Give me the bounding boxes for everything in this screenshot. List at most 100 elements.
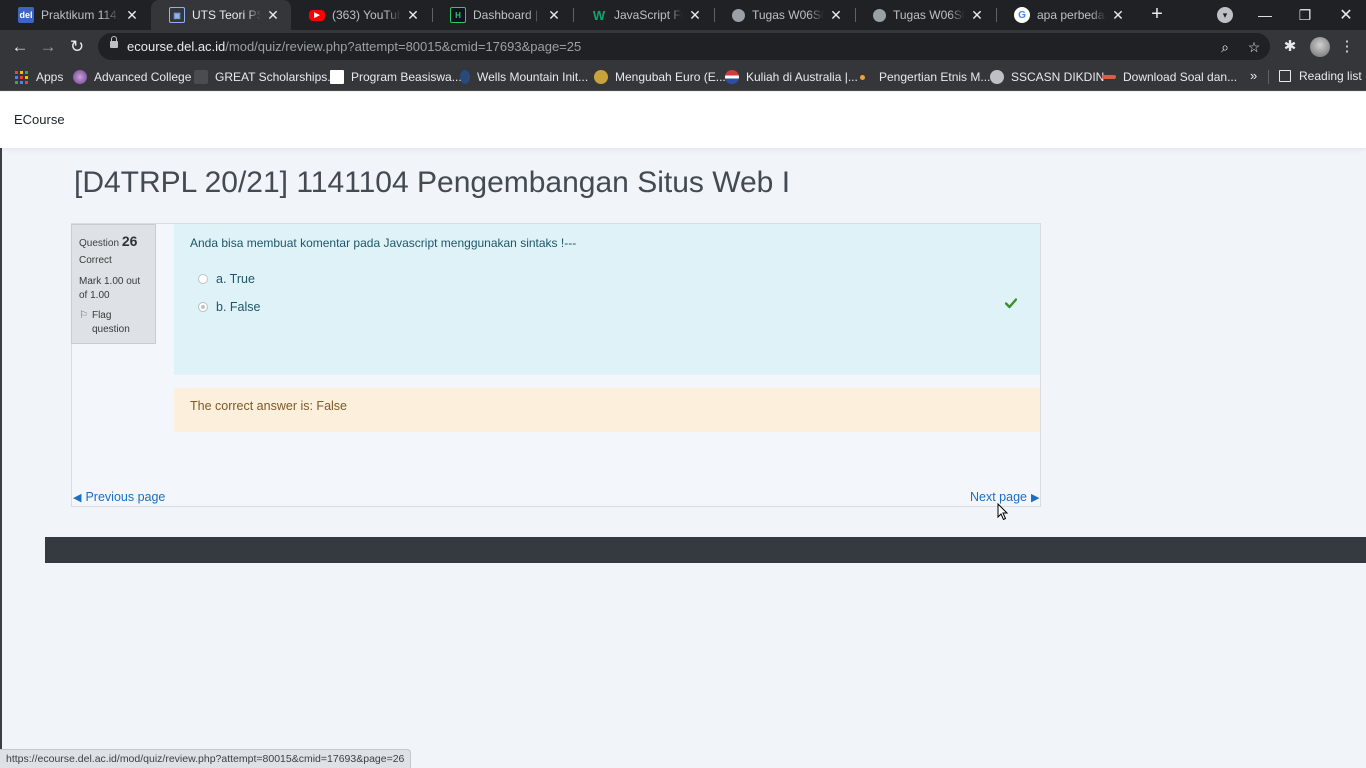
tab-search-icon[interactable]: ▾ [1217,7,1233,23]
close-tab-icon[interactable]: ✕ [265,7,281,24]
url-text[interactable]: ecourse.del.ac.id/mod/quiz/review.php?at… [127,39,581,54]
question-state: Correct [79,255,112,266]
del-logo-icon: del [18,7,34,23]
question-grade: Mark 1.00 out of 1.00 [79,276,141,301]
tab-title: JavaScript Functio [614,8,683,22]
correct-check-icon [1005,298,1017,309]
menu-kebab-icon[interactable]: ⋮ [1336,36,1358,58]
url-host: ecourse.del.ac.id [127,39,226,54]
page-footer [45,537,1366,563]
next-page-label: Next page [970,490,1027,504]
bookmark-item[interactable]: Download Soal dan... [1102,69,1237,85]
question-number-value: 26 [121,233,138,249]
question-number: Question 26 [79,233,148,249]
previous-page-label: Previous page [85,490,166,504]
profile-avatar[interactable] [1310,37,1330,57]
browser-tab[interactable]: H Dashboard | Hack ✕ [432,0,572,30]
site-brand-link[interactable]: ECourse [14,112,65,127]
bookmark-item[interactable]: GREAT Scholarships... [194,69,337,85]
tab-title: Praktikum 114110 [41,8,120,22]
zoom-icon[interactable]: ⌕ [1215,37,1235,57]
bookmark-item[interactable]: Wells Mountain Init... [460,69,588,85]
close-window-icon[interactable]: ✕ [1326,0,1366,30]
page-title: [D4TRPL 20/21] 1141104 Pengembangan Situ… [74,166,791,199]
answer-label: b. False [216,300,261,314]
reading-list-label: Reading list [1299,69,1362,83]
bookmark-item[interactable]: Program Beasiswa... [330,69,462,85]
tab-strip: del Praktikum 114110 ✕ ▣ UTS Teori PSW I… [0,0,1366,30]
bookmark-star-icon[interactable]: ☆ [1244,37,1264,57]
question-formulation: Anda bisa membuat komentar pada Javascri… [174,224,1040,375]
window-left-edge [0,92,2,768]
browser-tab[interactable]: Tugas W06S02 Ja ✕ [714,0,854,30]
bookmarks-overflow-icon[interactable]: » [1250,68,1257,83]
answer-radio-checked[interactable] [198,302,208,312]
bookmark-item[interactable]: Advanced College [73,69,191,85]
close-tab-icon[interactable]: ✕ [687,7,703,24]
question-label: Question [79,238,120,249]
moodle-icon: ▣ [169,7,185,23]
flag-question-label: Flag question [91,310,130,335]
tab-title: apa perbedaan = [1037,8,1106,22]
globe-icon [873,8,886,22]
next-page-link[interactable]: Next page ▶ [970,490,1039,504]
answer-label: a. True [216,272,255,286]
college-icon [73,70,87,84]
bookmarks-bar: Apps Advanced College GREAT Scholarships… [0,63,1366,91]
bookmark-label: GREAT Scholarships... [215,70,338,84]
scholarship-icon [194,70,208,84]
reload-icon[interactable]: ↻ [65,35,89,59]
browser-tab-active[interactable]: ▣ UTS Teori PSW I: / ✕ [151,0,291,30]
apps-grid-icon [15,70,28,84]
bookmark-label: Mengubah Euro (E... [615,70,726,84]
close-tab-icon[interactable]: ✕ [828,7,844,24]
tab-title: Dashboard | Hack [473,8,542,22]
answer-radio[interactable] [198,274,208,284]
tab-title: (363) YouTube [332,8,401,22]
browser-tab[interactable]: del Praktikum 114110 ✕ [0,0,150,30]
restore-icon[interactable]: ❐ [1285,0,1325,30]
bookmark-label: SSCASN DIKDIN [1011,70,1105,84]
question-text: Anda bisa membuat komentar pada Javascri… [190,236,577,250]
bookmark-label: Pengertian Etnis M... [879,70,991,84]
close-tab-icon[interactable]: ✕ [969,7,985,24]
tab-title: UTS Teori PSW I: / [192,8,261,22]
link-status-bar: https://ecourse.del.ac.id/mod/quiz/revie… [0,749,412,768]
globe-icon [990,70,1004,84]
tab-title: Tugas W06S03 Ja [893,8,965,22]
question-info-panel: Question 26 Correct Mark 1.00 out of 1.0… [71,224,156,344]
extensions-icon[interactable]: ✱ [1279,36,1301,58]
google-icon: G [1014,7,1030,23]
lock-icon[interactable] [110,36,118,48]
forward-icon[interactable]: → [36,35,60,59]
browser-tab[interactable]: ▶ (363) YouTube ✕ [291,0,431,30]
bookmark-apps[interactable]: Apps [15,69,63,85]
bookmark-item[interactable]: Pengertian Etnis M... [860,69,990,85]
mouse-cursor-icon [997,503,1009,521]
answer-option-selected[interactable]: b. False [198,300,260,314]
currency-icon [594,70,608,84]
australia-icon [725,70,739,84]
bookmark-item[interactable]: SSCASN DIKDIN [990,69,1104,85]
browser-tab[interactable]: G apa perbedaan = ✕ [996,0,1136,30]
close-tab-icon[interactable]: ✕ [124,7,140,24]
globe-icon [732,8,745,22]
close-tab-icon[interactable]: ✕ [546,7,562,24]
browser-tab[interactable]: Tugas W06S03 Ja ✕ [855,0,995,30]
tanoto-icon [330,70,344,84]
previous-page-link[interactable]: ◀ Previous page [73,490,165,504]
site-navbar: ECourse [0,92,1366,148]
flag-question-toggle[interactable]: ⚐ Flag question [79,309,148,337]
address-bar[interactable]: ecourse.del.ac.id/mod/quiz/review.php?at… [98,33,1270,60]
back-icon[interactable]: ← [8,35,32,59]
bookmark-item[interactable]: Kuliah di Australia |... [725,69,858,85]
answer-option[interactable]: a. True [198,272,255,286]
close-tab-icon[interactable]: ✕ [1110,7,1126,24]
reading-list-button[interactable]: Reading list [1279,69,1362,83]
browser-tab[interactable]: W JavaScript Functio ✕ [573,0,713,30]
new-tab-icon[interactable]: + [1146,4,1168,26]
browser-toolbar: ← → ↻ ecourse.del.ac.id/mod/quiz/review.… [0,30,1366,63]
bookmark-item[interactable]: Mengubah Euro (E... [594,69,726,85]
close-tab-icon[interactable]: ✕ [405,7,421,24]
minimize-icon[interactable]: — [1245,0,1285,30]
